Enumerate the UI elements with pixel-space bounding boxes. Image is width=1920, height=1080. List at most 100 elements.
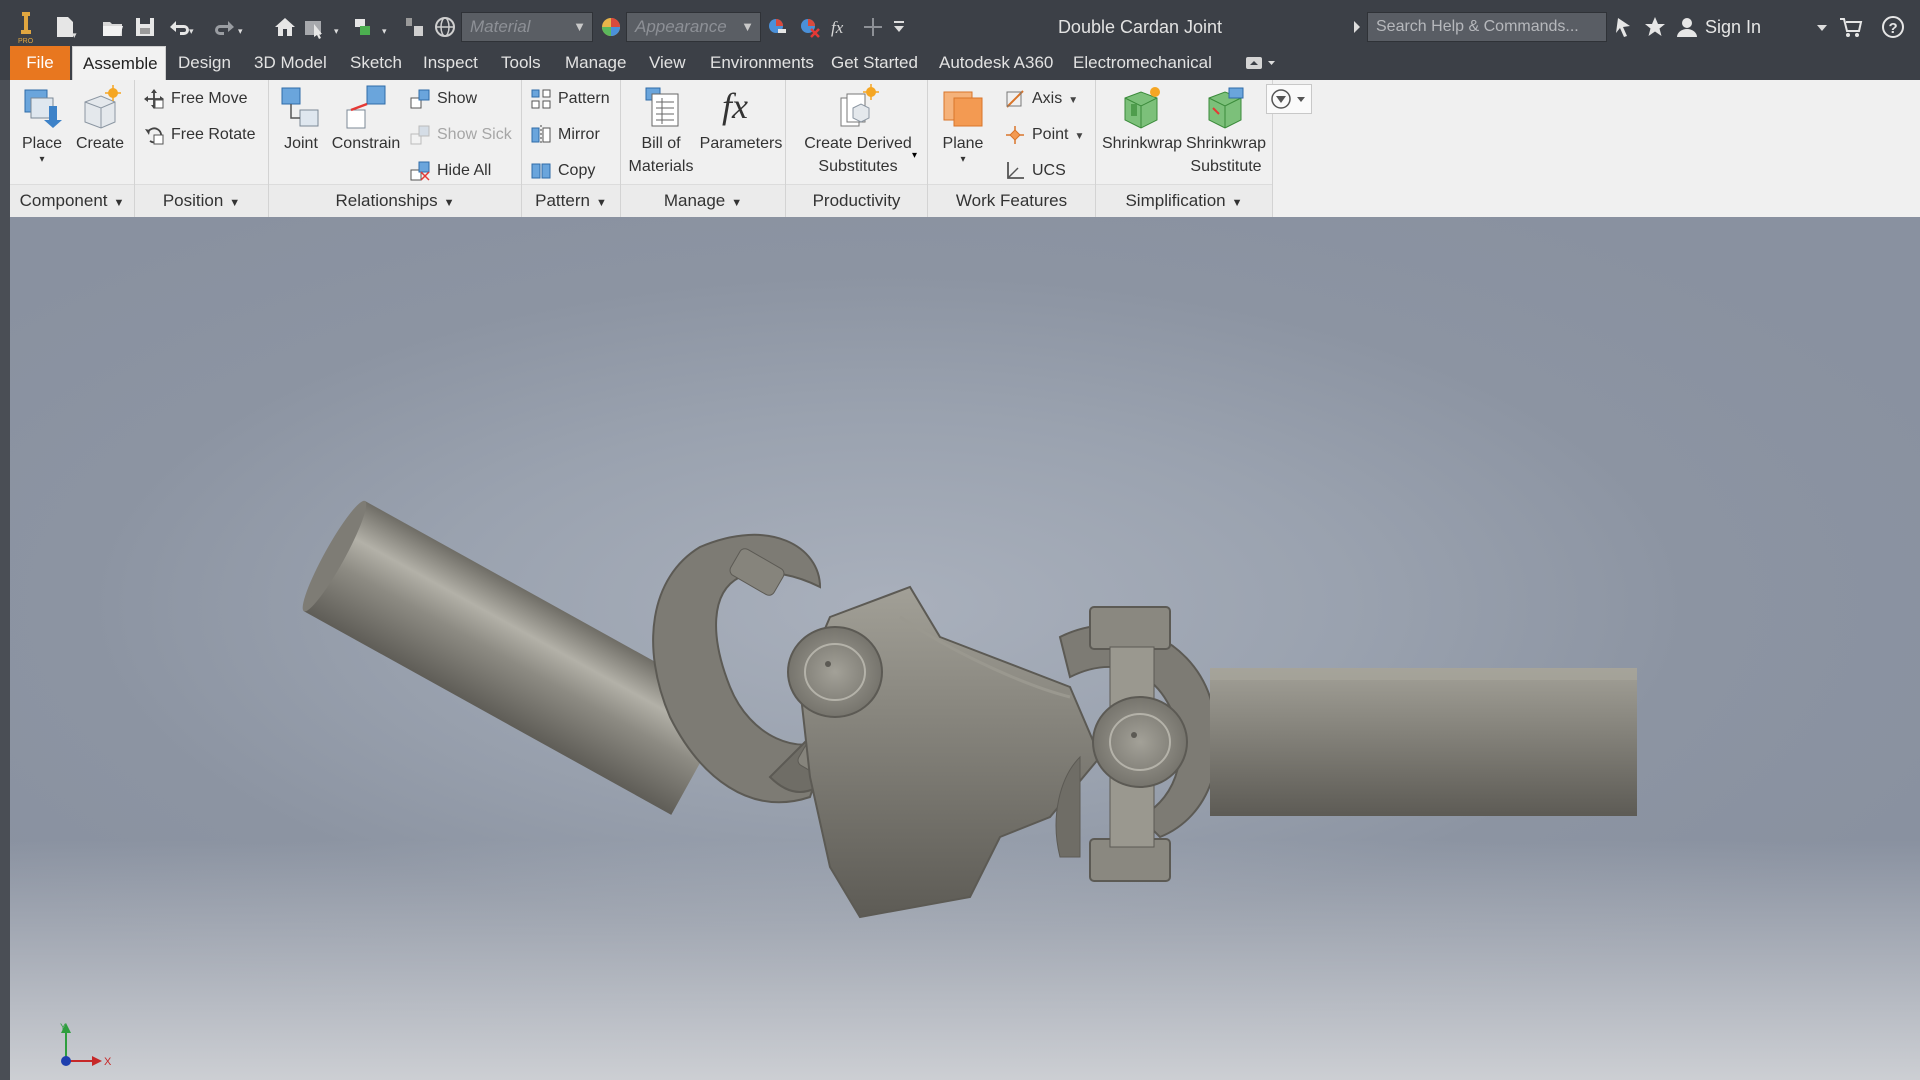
expand-search-icon[interactable] xyxy=(1351,18,1363,36)
parameters-button[interactable]: fx Parameters xyxy=(699,84,783,155)
triad-x-label: X xyxy=(104,1056,112,1068)
create-component-icon xyxy=(77,84,123,130)
ucs-button[interactable]: UCS xyxy=(1004,156,1066,186)
constrain-button[interactable]: Constrain xyxy=(329,84,403,155)
panel-work-features-label: Work Features xyxy=(928,184,1095,217)
tab-environments[interactable]: Environments xyxy=(700,46,824,80)
place-button[interactable]: Place ▾ xyxy=(14,84,70,165)
favorites-star-icon[interactable] xyxy=(1642,14,1668,40)
panel-position-label[interactable]: Position ▼ xyxy=(135,184,268,217)
globe-icon[interactable] xyxy=(432,14,458,40)
tab-file[interactable]: File xyxy=(10,46,70,80)
hide-all-button[interactable]: Hide All xyxy=(409,156,491,186)
panel-simplification: Shrinkwrap Shrinkwrap Substitute Simplif… xyxy=(1096,80,1273,217)
panel-component-label[interactable]: Component ▼ xyxy=(10,184,134,217)
tab-get-started[interactable]: Get Started xyxy=(821,46,928,80)
copy-button[interactable]: Copy xyxy=(530,156,595,186)
work-point-icon xyxy=(1004,124,1026,146)
tab-assemble[interactable]: Assemble xyxy=(72,46,166,82)
panel-pattern-title: Pattern xyxy=(535,191,590,210)
show-button[interactable]: Show xyxy=(409,84,477,114)
autodesk-app-store-cart-icon[interactable] xyxy=(1838,14,1864,40)
free-rotate-button[interactable]: Free Rotate xyxy=(143,120,255,150)
adjust-appearance-icon[interactable] xyxy=(764,14,790,40)
tab-sketch[interactable]: Sketch xyxy=(340,46,412,80)
mirror-button[interactable]: Mirror xyxy=(530,120,600,150)
point-label: Point xyxy=(1032,126,1069,143)
free-move-button[interactable]: Free Move xyxy=(143,84,247,114)
panel-position: Free Move Free Rotate Position ▼ xyxy=(135,80,269,217)
fx-parameters-icon[interactable]: fx xyxy=(828,14,854,40)
bill-of-materials-button[interactable]: Bill of Materials xyxy=(623,84,699,178)
customize-quick-access-icon[interactable] xyxy=(890,14,916,40)
panel-relationships: Joint Constrain Show Show Sick Hide All … xyxy=(269,80,522,217)
tab-manage[interactable]: Manage xyxy=(555,46,636,80)
shrinkwrap-button[interactable]: Shrinkwrap xyxy=(1098,84,1186,155)
tab-design[interactable]: Design xyxy=(168,46,241,80)
point-button[interactable]: Point ▼ xyxy=(1004,120,1084,150)
panel-simplification-label[interactable]: Simplification ▼ xyxy=(1096,184,1272,217)
help-icon[interactable]: ? xyxy=(1880,14,1906,40)
tab-3d-model[interactable]: 3D Model xyxy=(244,46,337,80)
home-icon[interactable] xyxy=(272,14,298,40)
double-cardan-joint-model[interactable] xyxy=(10,217,1920,1080)
communication-center-icon[interactable] xyxy=(1612,14,1638,40)
tab-inspect[interactable]: Inspect xyxy=(413,46,488,80)
material-select[interactable]: Material ▼ xyxy=(461,12,593,42)
tab-autodesk-a360[interactable]: Autodesk A360 xyxy=(929,46,1063,80)
chevron-down-icon: ▾ xyxy=(960,154,966,165)
shrinkwrap-substitute-icon xyxy=(1203,84,1249,130)
bill-of-materials-label-line2: Materials xyxy=(628,158,694,175)
left-spider-cap xyxy=(787,626,883,718)
chevron-down-icon: ▼ xyxy=(1074,131,1085,142)
new-file-icon[interactable]: ▾ xyxy=(52,14,78,40)
undo-icon[interactable]: ▾ xyxy=(164,14,194,40)
create-derived-substitutes-icon xyxy=(835,84,881,130)
mirror-label: Mirror xyxy=(558,126,600,143)
shrinkwrap-button-label: Shrinkwrap xyxy=(1101,135,1183,152)
tab-electromechanical[interactable]: Electromechanical xyxy=(1063,46,1222,80)
plane-button[interactable]: Plane ▾ xyxy=(930,84,996,165)
panel-relationships-label[interactable]: Relationships ▼ xyxy=(269,184,521,217)
panel-position-title: Position xyxy=(162,191,224,210)
shrinkwrap-substitute-button[interactable]: Shrinkwrap Substitute xyxy=(1182,84,1270,178)
constrain-button-label: Constrain xyxy=(331,135,401,152)
select-icon[interactable]: ▾ xyxy=(302,14,339,40)
free-rotate-label: Free Rotate xyxy=(171,126,256,143)
svg-text:fx: fx xyxy=(831,18,844,37)
chevron-down-icon[interactable]: ▾ xyxy=(912,150,917,161)
plus-icon[interactable] xyxy=(860,14,886,40)
ribbon-options-dropdown[interactable] xyxy=(1266,84,1312,114)
open-file-icon[interactable] xyxy=(100,14,126,40)
panel-pattern-label[interactable]: Pattern ▼ xyxy=(522,184,620,217)
panel-component-title: Component xyxy=(19,191,108,210)
mirror-icon xyxy=(530,124,552,146)
svg-text:PRO: PRO xyxy=(18,38,34,44)
create-derived-substitutes-button[interactable]: Create Derived Substitutes xyxy=(796,84,920,178)
tab-view[interactable]: View xyxy=(639,46,696,80)
search-input[interactable]: Search Help & Commands... xyxy=(1367,12,1607,42)
joint-button[interactable]: Joint xyxy=(273,84,329,155)
appearance-select[interactable]: Appearance ▼ xyxy=(626,12,761,42)
update-icon[interactable] xyxy=(402,14,428,40)
free-move-label: Free Move xyxy=(171,90,248,107)
create-button[interactable]: Create xyxy=(72,84,128,155)
ribbon-display-toggle-icon[interactable] xyxy=(1244,54,1278,72)
graphics-viewport[interactable]: Y X xyxy=(10,217,1920,1080)
triad-y-label: Y xyxy=(60,1022,67,1032)
panel-manage-label[interactable]: Manage ▼ xyxy=(621,184,785,217)
chevron-down-icon[interactable] xyxy=(1814,14,1840,40)
save-icon[interactable] xyxy=(132,14,158,40)
axis-button[interactable]: Axis ▼ xyxy=(1004,84,1078,114)
user-icon[interactable] xyxy=(1674,14,1700,40)
tab-tools[interactable]: Tools xyxy=(491,46,551,80)
create-button-label: Create xyxy=(75,135,125,152)
svg-text:▾: ▾ xyxy=(72,30,77,40)
measure-icon[interactable]: ▾ xyxy=(352,14,387,40)
pattern-button[interactable]: Pattern xyxy=(530,84,610,114)
show-sick-button[interactable]: Show Sick xyxy=(409,120,512,150)
clear-appearance-icon[interactable] xyxy=(796,14,822,40)
bill-of-materials-label-line1: Bill of xyxy=(641,135,681,152)
redo-icon[interactable]: ▾ xyxy=(212,14,243,40)
app-logo-icon[interactable]: PRO xyxy=(14,10,38,44)
